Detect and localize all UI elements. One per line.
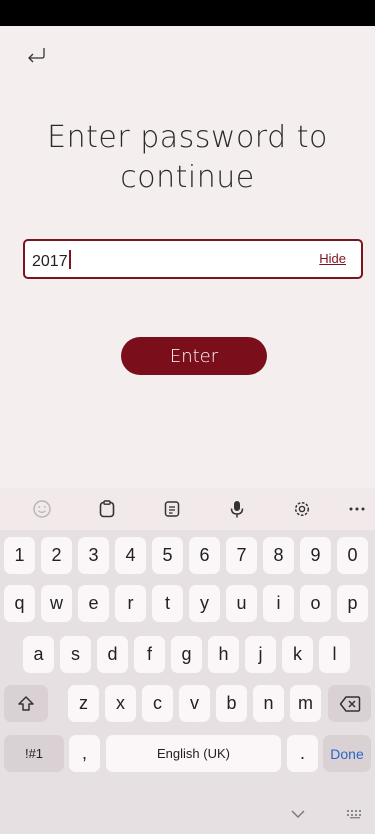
key-5[interactable]: 5 bbox=[152, 537, 183, 574]
comma-key[interactable]: , bbox=[69, 735, 100, 772]
keyboard-nav-bar bbox=[0, 800, 375, 834]
key-t[interactable]: t bbox=[152, 585, 183, 622]
key-o[interactable]: o bbox=[300, 585, 331, 622]
password-field[interactable]: 2017 Hide bbox=[23, 239, 363, 279]
keyboard: 1 2 3 4 5 6 7 8 9 0 q w e r t y u i o p … bbox=[0, 530, 375, 834]
key-4[interactable]: 4 bbox=[115, 537, 146, 574]
key-w[interactable]: w bbox=[41, 585, 72, 622]
key-1[interactable]: 1 bbox=[4, 537, 35, 574]
keyboard-icon bbox=[347, 810, 361, 819]
clipboard-icon[interactable] bbox=[95, 497, 119, 521]
key-p[interactable]: p bbox=[337, 585, 368, 622]
microphone-icon[interactable] bbox=[225, 497, 249, 521]
back-button[interactable] bbox=[22, 42, 50, 70]
password-value: 2017 bbox=[32, 253, 68, 270]
shift-icon bbox=[18, 695, 34, 711]
chevron-down-icon bbox=[291, 810, 305, 818]
key-k[interactable]: k bbox=[282, 636, 313, 673]
status-bar bbox=[0, 0, 375, 26]
key-l[interactable]: l bbox=[319, 636, 350, 673]
key-8[interactable]: 8 bbox=[263, 537, 294, 574]
keyboard-switch-button[interactable] bbox=[344, 804, 366, 824]
key-i[interactable]: i bbox=[263, 585, 294, 622]
title-line-1: Enter password to bbox=[47, 120, 328, 155]
settings-icon[interactable] bbox=[290, 497, 314, 521]
key-b[interactable]: b bbox=[216, 685, 247, 722]
key-6[interactable]: 6 bbox=[189, 537, 220, 574]
keyboard-toolbar bbox=[0, 488, 375, 530]
key-v[interactable]: v bbox=[179, 685, 210, 722]
key-s[interactable]: s bbox=[60, 636, 91, 673]
enter-button[interactable]: Enter bbox=[121, 337, 267, 375]
key-c[interactable]: c bbox=[142, 685, 173, 722]
backspace-icon bbox=[339, 695, 360, 712]
page-title: Enter password to continue bbox=[0, 118, 375, 198]
shift-key[interactable] bbox=[4, 685, 48, 722]
hide-keyboard-button[interactable] bbox=[286, 804, 310, 824]
key-r[interactable]: r bbox=[115, 585, 146, 622]
backspace-key[interactable] bbox=[328, 685, 371, 722]
key-2[interactable]: 2 bbox=[41, 537, 72, 574]
text-cursor bbox=[68, 250, 71, 269]
key-g[interactable]: g bbox=[171, 636, 202, 673]
title-line-2: continue bbox=[120, 160, 255, 195]
key-d[interactable]: d bbox=[97, 636, 128, 673]
key-j[interactable]: j bbox=[245, 636, 276, 673]
key-h[interactable]: h bbox=[208, 636, 239, 673]
space-bar[interactable]: English (UK) bbox=[106, 735, 281, 772]
key-m[interactable]: m bbox=[290, 685, 321, 722]
key-9[interactable]: 9 bbox=[300, 537, 331, 574]
hide-password-link[interactable]: Hide bbox=[319, 251, 346, 266]
more-icon[interactable] bbox=[345, 497, 369, 521]
document-icon[interactable] bbox=[160, 497, 184, 521]
key-f[interactable]: f bbox=[134, 636, 165, 673]
key-7[interactable]: 7 bbox=[226, 537, 257, 574]
key-n[interactable]: n bbox=[253, 685, 284, 722]
key-0[interactable]: 0 bbox=[337, 537, 368, 574]
symbols-key[interactable]: !#1 bbox=[4, 735, 64, 772]
done-key[interactable]: Done bbox=[323, 735, 371, 772]
password-value-wrap: 2017 bbox=[32, 250, 71, 271]
period-key[interactable]: . bbox=[287, 735, 318, 772]
back-arrow-icon bbox=[28, 48, 45, 63]
key-u[interactable]: u bbox=[226, 585, 257, 622]
key-x[interactable]: x bbox=[105, 685, 136, 722]
emoji-icon[interactable] bbox=[30, 497, 54, 521]
key-z[interactable]: z bbox=[68, 685, 99, 722]
key-e[interactable]: e bbox=[78, 585, 109, 622]
key-q[interactable]: q bbox=[4, 585, 35, 622]
key-a[interactable]: a bbox=[23, 636, 54, 673]
key-y[interactable]: y bbox=[189, 585, 220, 622]
key-3[interactable]: 3 bbox=[78, 537, 109, 574]
